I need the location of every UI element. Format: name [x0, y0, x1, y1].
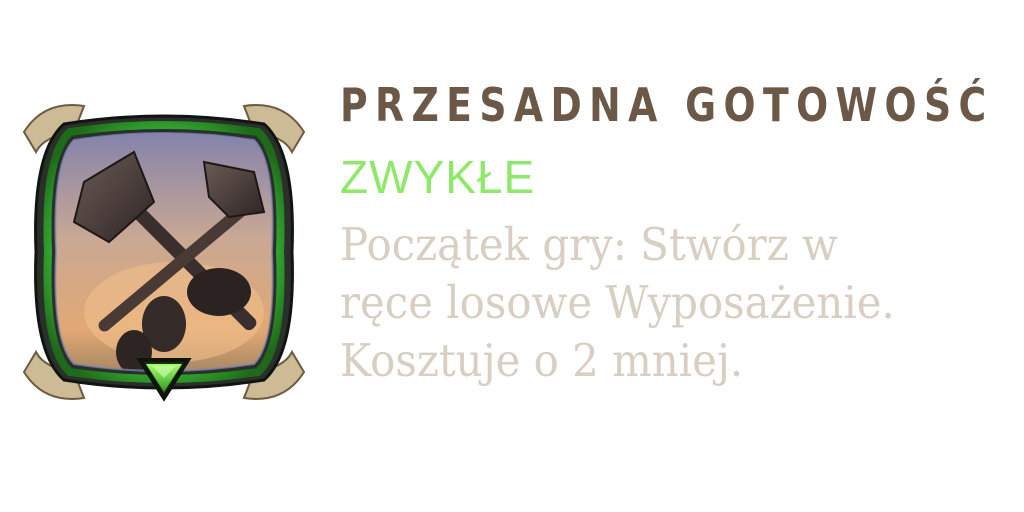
- description-line: Początek gry: Stwórz w: [340, 218, 838, 271]
- crossed-axes-icon: [22, 104, 306, 402]
- card-tooltip: PRZESADNA GOTOWOŚĆ ZWYKŁE Początek gry: …: [0, 0, 1024, 512]
- description-line: Kosztuje o 2 mniej.: [340, 334, 744, 387]
- card-info: PRZESADNA GOTOWOŚĆ ZWYKŁE Początek gry: …: [340, 82, 1016, 390]
- card-emblem: [14, 92, 314, 412]
- card-rarity: ZWYKŁE: [340, 151, 536, 203]
- card-description: Początek gry: Stwórz w ręce losowe Wypos…: [340, 216, 969, 390]
- card-title: PRZESADNA GOTOWOŚĆ: [340, 78, 994, 132]
- description-line: ręce losowe Wyposażenie.: [340, 276, 895, 329]
